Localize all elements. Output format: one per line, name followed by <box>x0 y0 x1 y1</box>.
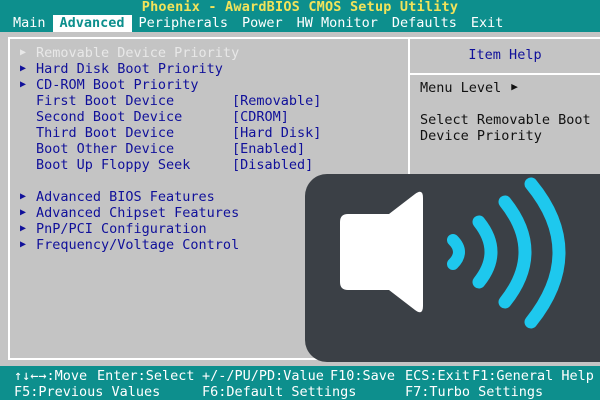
submenu-arrow-icon: ▶ <box>20 191 27 202</box>
setting-removable-device-priority[interactable]: ▶ Removable Device Priority <box>20 45 405 61</box>
help-header-divider <box>410 73 600 75</box>
setting-third-boot-device[interactable]: Third Boot Device [Hard Disk] <box>20 125 405 141</box>
key-general-help: F1:General Help <box>472 368 594 384</box>
menu-exit[interactable]: Exit <box>464 15 511 32</box>
key-previous-values: F5:Previous Values <box>14 384 161 400</box>
setting-label: Removable Device Priority <box>36 45 240 61</box>
volume-overlay <box>305 174 600 362</box>
sound-wave-2 <box>472 215 498 289</box>
speaker-body <box>340 191 423 313</box>
setting-boot-up-floppy-seek[interactable]: Boot Up Floppy Seek [Disabled] <box>20 157 405 173</box>
menu-level: Menu Level ▶ <box>420 80 518 96</box>
menu-main[interactable]: Main <box>6 15 53 32</box>
sound-wave-4 <box>524 177 566 329</box>
setting-label: Hard Disk Boot Priority <box>36 61 223 77</box>
sound-wave-1 <box>447 234 465 270</box>
setting-value[interactable]: [Disabled] <box>232 157 313 173</box>
submenu-arrow-icon: ▶ <box>20 207 27 218</box>
menu-peripherals[interactable]: Peripherals <box>132 15 235 32</box>
app-title: Phoenix - AwardBIOS CMOS Setup Utility <box>0 0 600 15</box>
setting-hard-disk-boot-priority[interactable]: ▶ Hard Disk Boot Priority <box>20 61 405 77</box>
setting-label: Advanced Chipset Features <box>36 205 240 221</box>
key-value: +/-/PU/PD:Value <box>202 368 324 384</box>
key-save: F10:Save <box>330 368 396 384</box>
help-description: Select Removable Boot Device Priority <box>420 112 591 144</box>
setting-label: Frequency/Voltage Control <box>36 237 240 253</box>
setting-boot-other-device[interactable]: Boot Other Device [Enabled] <box>20 141 405 157</box>
item-help-title: Item Help <box>468 47 542 63</box>
bios-screen: Phoenix - AwardBIOS CMOS Setup Utility M… <box>0 0 600 400</box>
setting-value[interactable]: [Enabled] <box>232 141 305 157</box>
setting-label: CD-ROM Boot Priority <box>36 77 199 93</box>
key-exit: ECS:Exit <box>405 368 471 384</box>
key-turbo-settings: F7:Turbo Settings <box>405 384 544 400</box>
setting-cdrom-boot-priority[interactable]: ▶ CD-ROM Boot Priority <box>20 77 405 93</box>
key-help-footer: ↑↓←→:Move Enter:Select +/-/PU/PD:Value F… <box>0 366 600 400</box>
key-default-settings: F6:Default Settings <box>202 384 357 400</box>
setting-label: Boot Other Device <box>36 141 175 157</box>
menu-defaults[interactable]: Defaults <box>385 15 464 32</box>
key-move: ↑↓←→:Move <box>14 368 88 384</box>
setting-label: PnP/PCI Configuration <box>36 221 207 237</box>
menu-hw-monitor[interactable]: HW Monitor <box>290 15 385 32</box>
menu-bar: Main Advanced Peripherals Power HW Monit… <box>0 15 600 32</box>
speaker-volume-icon <box>340 177 566 329</box>
submenu-arrow-icon: ▶ <box>20 79 27 90</box>
setting-label: Boot Up Floppy Seek <box>36 157 191 173</box>
menu-level-label: Menu Level <box>420 80 502 96</box>
setting-first-boot-device[interactable]: First Boot Device [Removable] <box>20 93 405 109</box>
sound-wave-3 <box>498 195 532 309</box>
setting-second-boot-device[interactable]: Second Boot Device [CDROM] <box>20 109 405 125</box>
submenu-arrow-icon: ▶ <box>20 239 27 250</box>
setting-value[interactable]: [Removable] <box>232 93 321 109</box>
menu-power[interactable]: Power <box>235 15 290 32</box>
setting-value[interactable]: [CDROM] <box>232 109 289 125</box>
setting-label: Advanced BIOS Features <box>36 189 215 205</box>
menu-level-arrow-icon: ▶ <box>511 80 518 93</box>
submenu-arrow-icon: ▶ <box>20 47 27 58</box>
submenu-arrow-icon: ▶ <box>20 223 27 234</box>
setting-label: Third Boot Device <box>36 125 175 141</box>
setting-label: Second Boot Device <box>36 109 183 125</box>
setting-value[interactable]: [Hard Disk] <box>232 125 321 141</box>
submenu-arrow-icon: ▶ <box>20 63 27 74</box>
key-select: Enter:Select <box>97 368 195 384</box>
setting-label: First Boot Device <box>36 93 175 109</box>
menu-advanced[interactable]: Advanced <box>52 15 132 32</box>
